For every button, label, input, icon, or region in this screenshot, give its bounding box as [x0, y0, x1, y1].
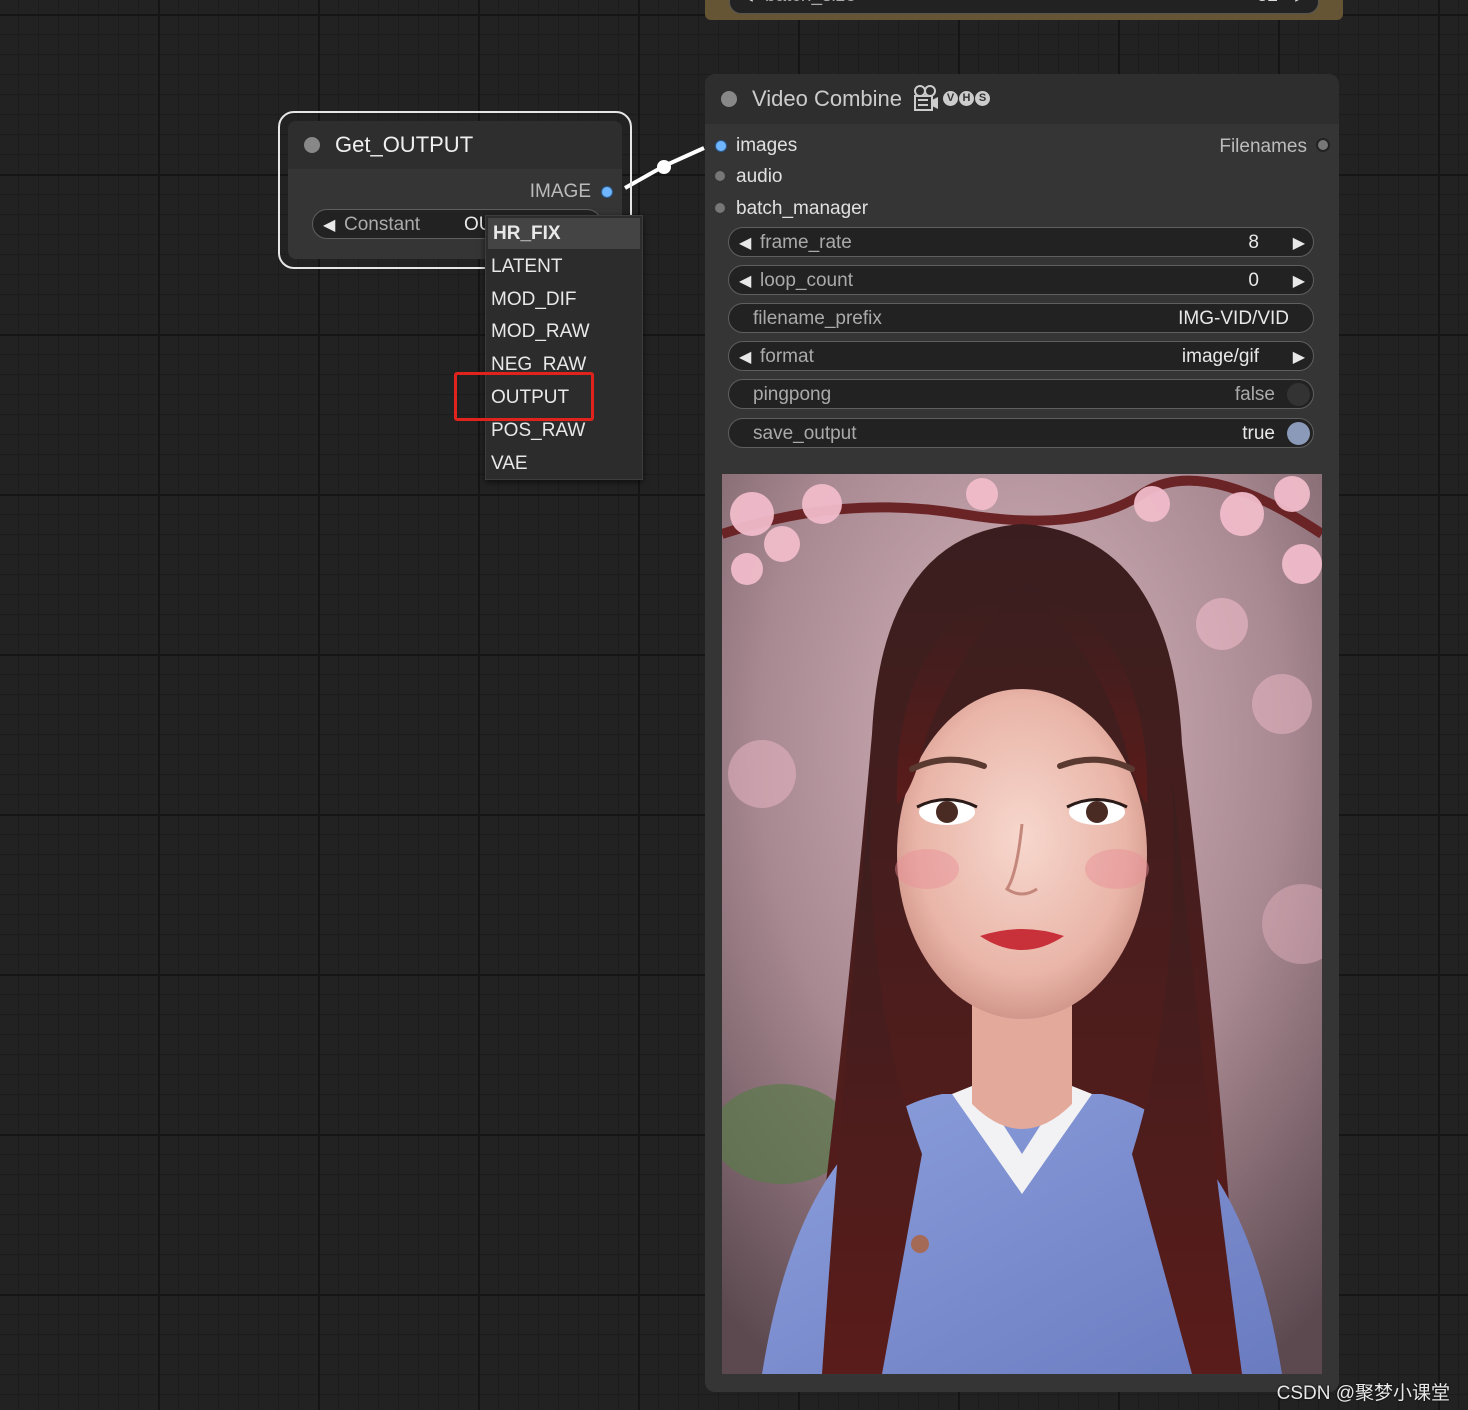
frame-rate-widget[interactable]: ◀ frame_rate 8 ▶ [728, 227, 1314, 257]
output-filenames-label: Filenames [1219, 136, 1307, 157]
batch-node-partial: ◀ batch_size 32 ▶ [705, 0, 1343, 20]
frame-rate-label: frame_rate [760, 232, 852, 253]
combo-dropdown-menu: HR_FIX LATENT MOD_DIF MOD_RAW NEG_RAW OU… [485, 215, 643, 480]
filenames-output-slot[interactable] [1316, 138, 1330, 152]
dropdown-item-latent[interactable]: LATENT [486, 251, 642, 282]
node-title: Get_OUTPUT [335, 132, 474, 157]
badge-s: S [975, 91, 990, 107]
node-title-bar[interactable]: Video Combine VHS [705, 74, 1339, 124]
images-input-slot[interactable] [715, 140, 727, 152]
loop-count-label: loop_count [760, 270, 853, 291]
pingpong-toggle-knob[interactable] [1287, 383, 1310, 406]
save-output-toggle-widget[interactable]: save_output true [728, 418, 1314, 448]
batch-size-widget[interactable]: ◀ batch_size 32 ▶ [729, 0, 1319, 14]
pingpong-value: false [1234, 384, 1275, 405]
save-output-toggle-knob[interactable] [1287, 422, 1310, 445]
collapse-dot-icon[interactable] [304, 137, 320, 153]
batch-manager-input-slot[interactable] [715, 203, 725, 213]
combo-left-arrow-icon[interactable]: ◀ [323, 215, 335, 235]
format-value: image/gif [1181, 346, 1259, 367]
format-label: format [760, 346, 814, 367]
dropdown-item-mod-dif[interactable]: MOD_DIF [486, 284, 642, 315]
input-images-label: images [736, 135, 798, 156]
node-title-bar[interactable]: Get_OUTPUT [288, 121, 622, 169]
loop-count-widget[interactable]: ◀ loop_count 0 ▶ [728, 265, 1314, 295]
loop-count-value: 0 [1248, 270, 1259, 291]
badge-v: V [943, 91, 958, 107]
decrement-arrow-icon[interactable]: ◀ [742, 0, 753, 4]
dropdown-item-mod-raw[interactable]: MOD_RAW [486, 316, 642, 347]
badge-h: H [959, 91, 974, 107]
video-preview-image [722, 474, 1322, 1374]
frame-rate-increment-icon[interactable]: ▶ [1293, 233, 1305, 253]
increment-arrow-icon[interactable]: ▶ [1295, 0, 1306, 4]
watermark-text: CSDN @聚梦小课堂 [1276, 1383, 1450, 1404]
annotation-highlight-box [454, 372, 594, 421]
input-batch-manager-label: batch_manager [736, 198, 869, 219]
film-camera-icon [913, 85, 939, 118]
frame-rate-value: 8 [1248, 232, 1259, 253]
pingpong-toggle-widget[interactable]: pingpong false [728, 379, 1314, 409]
input-audio-label: audio [736, 166, 783, 187]
dropdown-item-vae[interactable]: VAE [486, 448, 642, 479]
loop-count-increment-icon[interactable]: ▶ [1293, 271, 1305, 291]
save-output-value: true [1242, 423, 1275, 444]
frame-rate-decrement-icon[interactable]: ◀ [739, 233, 751, 253]
dropdown-item-hr-fix[interactable]: HR_FIX [488, 218, 640, 249]
save-output-label: save_output [753, 423, 857, 444]
filename-prefix-widget[interactable]: filename_prefix IMG-VID/VID [728, 303, 1314, 333]
widget-label: batch_size [765, 0, 856, 7]
collapse-dot-icon[interactable] [721, 91, 737, 107]
loop-count-decrement-icon[interactable]: ◀ [739, 271, 751, 291]
filename-prefix-label: filename_prefix [753, 308, 882, 329]
format-left-arrow-icon[interactable]: ◀ [739, 347, 751, 367]
format-widget[interactable]: ◀ format image/gif ▶ [728, 341, 1314, 371]
vhs-badge: VHS [942, 90, 990, 108]
combo-label: Constant [344, 214, 421, 235]
output-slot-dot[interactable] [601, 186, 613, 198]
audio-input-slot[interactable] [715, 171, 725, 181]
widget-value: 32 [1257, 0, 1278, 7]
filename-prefix-value: IMG-VID/VID [1178, 308, 1289, 329]
pingpong-label: pingpong [753, 384, 832, 405]
node-title: Video Combine [752, 86, 903, 111]
format-right-arrow-icon[interactable]: ▶ [1293, 347, 1305, 367]
output-label: IMAGE [529, 181, 591, 202]
